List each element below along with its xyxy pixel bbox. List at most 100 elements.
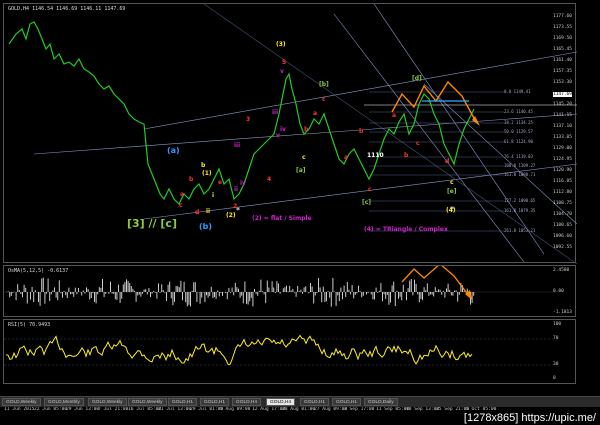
osma-bar: [265, 292, 267, 304]
osma-bar: [42, 277, 44, 292]
osma-bar: [412, 292, 414, 296]
osma-bar: [153, 290, 155, 292]
price-tick: 1120.90: [553, 168, 572, 173]
chart-tab[interactable]: GOLD,H4: [232, 398, 262, 406]
chart-tab[interactable]: GOLD,H1: [168, 398, 198, 406]
osma-bar: [159, 292, 161, 293]
price-tick: 1137.10: [553, 124, 572, 129]
chart-tab[interactable]: GOLD,Weekly: [2, 398, 41, 406]
time-tick: 29 Jul 01:00: [190, 407, 224, 412]
osma-bar: [282, 288, 284, 292]
osma-bar: [398, 292, 399, 299]
osma-bar: [25, 287, 27, 292]
price-tick: 1096.60: [553, 234, 572, 239]
osma-bar: [134, 290, 135, 292]
osma-bar: [180, 280, 182, 292]
osma-bar: [466, 288, 468, 292]
osma-bar: [359, 291, 361, 292]
time-tick: 5 Aug 09:00: [220, 407, 251, 412]
osma-bar: [20, 292, 22, 295]
osma-bar: [217, 290, 219, 292]
chart-tab[interactable]: GOLD,Daily: [364, 398, 398, 406]
osma-bar: [116, 292, 118, 301]
wave-label-a-bracket: [a]: [296, 167, 306, 174]
chart-tab[interactable]: GOLD,Weekly: [88, 398, 127, 406]
chart-tab[interactable]: GOLD,H1: [200, 398, 230, 406]
osma-bar: [314, 292, 316, 296]
osma-bar: [122, 284, 124, 292]
osma-bar: [220, 292, 222, 293]
osma-bar: [473, 292, 475, 296]
osma-bar: [254, 288, 255, 292]
osma-bar: [431, 292, 433, 295]
note-flat-simple: (2) = flat / Simple: [252, 215, 312, 222]
price-tick: 1157.35: [553, 69, 572, 74]
wave-small-b-3: b: [359, 128, 364, 135]
osma-bar: [362, 292, 364, 296]
price-tick: 1116.85: [553, 179, 572, 184]
wave-small-b-4: b: [404, 152, 409, 159]
osma-bar: [178, 287, 180, 292]
rsi-tick: 70: [553, 336, 559, 341]
osma-bar: [382, 292, 383, 302]
wave-small-iv: iv: [240, 180, 246, 187]
osma-bar: [204, 292, 206, 303]
osma-bar: [262, 291, 263, 292]
price-chart-pane[interactable]: GOLD,H4 1146.54 1146.69 1146.11 1147.69: [3, 3, 577, 264]
chart-tab[interactable]: GOLD,Weekly: [128, 398, 167, 406]
osma-bar: [356, 292, 358, 294]
osma-bar: [458, 292, 460, 295]
osma-bar: [234, 282, 236, 292]
osma-bar: [127, 280, 129, 292]
wave-label-4: (4): [446, 207, 456, 214]
wave-small-b-yellow: b: [201, 162, 206, 169]
osma-bar: [390, 292, 391, 303]
osma-indicator-pane[interactable]: OsMA(5,12,5) -0.6137 2.4580 0.00 -1.1813: [3, 265, 576, 317]
chart-tab[interactable]: GOLD,H1: [300, 398, 330, 406]
osma-bar: [255, 292, 257, 294]
osma-bar: [113, 292, 115, 294]
rsi-indicator-pane[interactable]: RSI(5) 70.9493 100 70 30 0: [3, 319, 576, 384]
rsi-tick: 0: [553, 376, 556, 381]
osma-bar: [377, 292, 379, 293]
wave-small-c: c: [179, 202, 183, 209]
osma-bar: [71, 292, 73, 294]
wave-small-c-3: c: [368, 186, 372, 193]
chart-tab[interactable]: GOLD,Monthly: [44, 398, 84, 406]
osma-bar: [302, 292, 303, 294]
trendline-long: [203, 4, 577, 264]
osma-bar: [236, 287, 238, 292]
time-tick: 11 Jun 2015: [4, 407, 35, 412]
osma-bar: [266, 280, 268, 292]
trendline-fan: [333, 13, 525, 263]
osma-bar: [226, 292, 228, 300]
chart-tab[interactable]: GOLD,H1: [332, 398, 362, 406]
chart-tab-active[interactable]: GOLD,H4: [266, 398, 296, 406]
osma-bar: [295, 292, 297, 297]
osma-bar: [370, 292, 372, 295]
osma-bar: [34, 290, 36, 292]
osma-bar: [156, 292, 158, 299]
osma-bar: [383, 292, 385, 295]
osma-bar: [154, 292, 156, 293]
wave-label-a-blue: (a): [167, 146, 180, 155]
time-tick: 27 Aug 09:00: [314, 407, 348, 412]
wave-label-1: (1): [202, 170, 212, 177]
wave-small-d: d: [195, 209, 200, 216]
osma-bar: [241, 292, 243, 296]
wave-label-c-bracket: [c]: [362, 199, 372, 206]
osma-bar: [292, 288, 294, 292]
osma-bar: [98, 287, 100, 292]
fib-label: 161.8 1079.35: [504, 208, 536, 213]
osma-bar: [249, 292, 251, 302]
osma-bar: [65, 292, 67, 296]
osma-axis: 2.4580 0.00 -1.1813: [551, 266, 575, 318]
time-tick: 16 Jul 05:00: [128, 407, 162, 412]
osma-bar: [318, 278, 319, 292]
osma-bar: [92, 292, 94, 294]
osma-bar: [380, 283, 382, 292]
osma-bar: [343, 285, 345, 292]
time-tick: 11 Sep 05:00: [376, 407, 410, 412]
wave-label-e-bracket: [e]: [447, 188, 457, 195]
time-tick: 18 Sep 13:00: [406, 407, 440, 412]
